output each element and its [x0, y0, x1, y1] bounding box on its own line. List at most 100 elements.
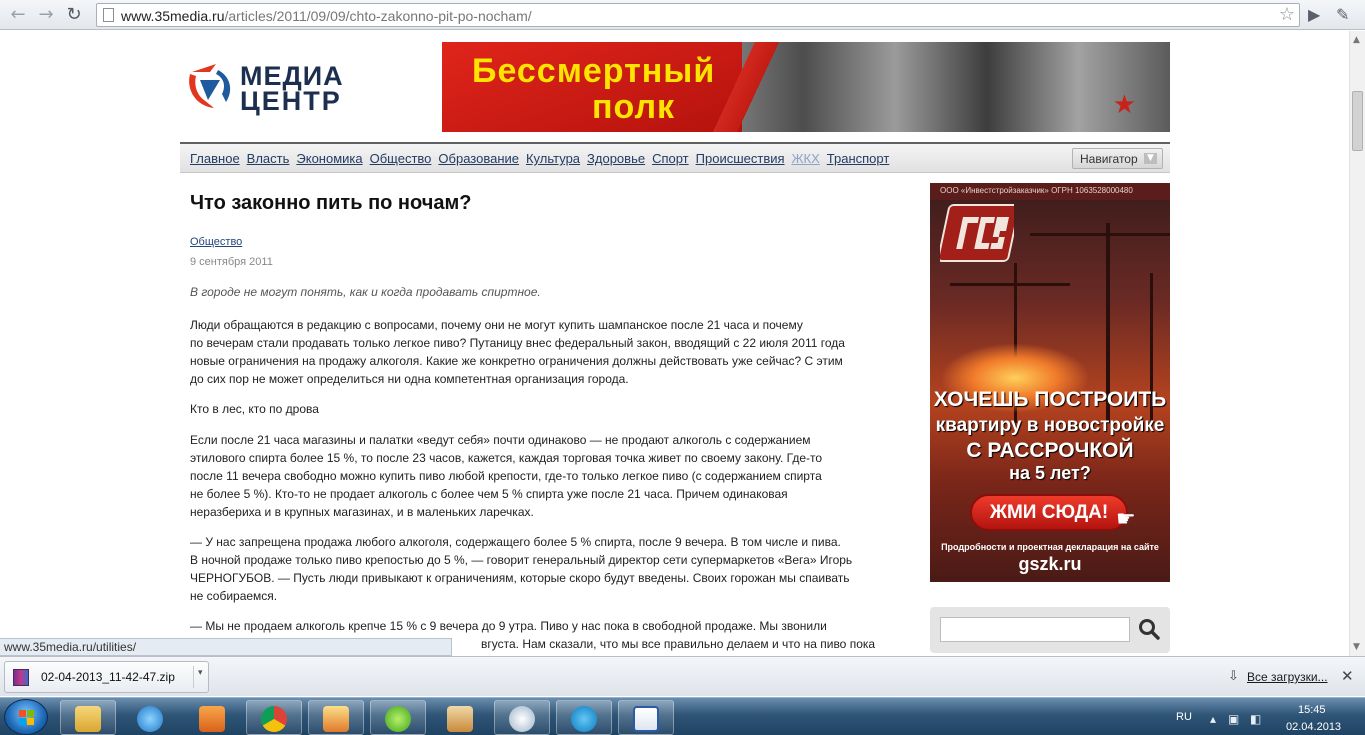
ad-company-line: ООО «Инвестстройзаказчик» ОГРН 106352800… — [930, 183, 1170, 200]
address-url[interactable]: www.35media.ru/articles/2011/09/09/chto-… — [121, 8, 532, 24]
search-icon[interactable] — [1137, 617, 1161, 641]
download-arrow-icon: ⇩ — [1228, 669, 1239, 684]
site-logo[interactable]: МЕДИА ЦЕНТР — [186, 60, 356, 116]
paragraph-line: неразбериха и в крупных магазинах, и в м… — [190, 505, 534, 519]
nav-item[interactable]: Общество — [370, 151, 432, 166]
page-viewport: МЕДИА ЦЕНТР Бессмертный полк ★ Главное Вл… — [0, 31, 1349, 656]
scroll-thumb[interactable] — [1352, 91, 1363, 151]
paragraph-line: новые ограничения на продажу алкоголя. К… — [190, 354, 843, 368]
taskbar-media[interactable] — [184, 700, 240, 735]
clock-time[interactable]: 15:45 — [1298, 704, 1326, 716]
ad-headline-4: на 5 лет? — [1009, 463, 1091, 483]
chrome-icon — [261, 706, 287, 732]
tray-arrow-icon[interactable]: ▴ — [1210, 712, 1216, 726]
article: Что законно пить по ночам? Общество 9 се… — [190, 192, 912, 651]
bookmark-star-icon[interactable]: ☆ — [1279, 4, 1295, 25]
navigator-dropdown[interactable]: Навигатор ▼ — [1072, 148, 1163, 169]
nav-item[interactable]: Культура — [526, 151, 580, 166]
paragraph-line: по вечерам стали продавать только легкое… — [190, 336, 845, 350]
site-search — [930, 607, 1170, 653]
zip-archive-icon — [13, 669, 29, 686]
paragraph-line: ЧЕРНОГУБОВ. — Пусть люди привыкают к огр… — [190, 571, 850, 585]
scanner-app-icon — [447, 706, 473, 732]
paragraph-line: В ночной продаже только пиво крепостью д… — [190, 553, 853, 567]
chevron-down-icon[interactable]: ▾ — [198, 668, 203, 678]
taskbar-icq[interactable] — [370, 700, 426, 735]
internet-explorer-icon — [137, 706, 163, 732]
crane-jib — [1030, 233, 1170, 236]
immortal-regiment-banner[interactable]: Бессмертный полк ★ — [442, 42, 1170, 132]
banner-title-line1: Бессмертный — [472, 52, 716, 90]
wrench-icon[interactable]: ✎ — [1336, 5, 1349, 24]
nav-item[interactable]: Экономика — [296, 151, 362, 166]
forward-arrow-icon[interactable]: → — [34, 3, 58, 27]
download-separator — [193, 666, 194, 688]
crane-jib — [950, 283, 1070, 286]
hp-app-icon — [509, 706, 535, 732]
reload-icon[interactable]: ↻ — [62, 3, 86, 27]
taskbar-scanner[interactable] — [432, 700, 488, 735]
close-icon[interactable]: ✕ — [1341, 667, 1354, 685]
nav-item[interactable]: Спорт — [652, 151, 689, 166]
article-paragraph-1: Люди обращаются в редакцию с вопросами, … — [190, 316, 845, 388]
paragraph-line: Люди обращаются в редакцию с вопросами, … — [190, 318, 803, 332]
article-paragraph-3: Если после 21 часа магазины и палатки «в… — [190, 431, 822, 521]
volume-icon[interactable]: ◧ — [1250, 712, 1261, 726]
taskbar-hp[interactable] — [494, 700, 550, 735]
download-shelf: 02-04-2013_11-42-47.zip ▾ ⇩ Все загрузки… — [0, 656, 1365, 696]
article-date: 9 сентября 2011 — [190, 256, 273, 268]
navigator-label: Навигатор — [1080, 152, 1138, 166]
page-menu-icon[interactable]: ▶ — [1308, 5, 1320, 24]
taskbar-ie[interactable] — [122, 700, 178, 735]
search-input[interactable] — [940, 617, 1130, 642]
article-lead: В городе не могут понять, как и когда пр… — [190, 285, 541, 299]
article-category-link[interactable]: Общество — [190, 236, 242, 248]
nav-item[interactable]: Транспорт — [827, 151, 890, 166]
ad-cta-button[interactable]: ЖМИ СЮДА! — [970, 494, 1128, 531]
taskbar-archiver[interactable] — [308, 700, 364, 735]
download-item[interactable]: 02-04-2013_11-42-47.zip ▾ — [4, 661, 209, 693]
scroll-up-icon[interactable]: ▲ — [1353, 35, 1360, 45]
pointer-hand-icon: ☛ — [1116, 507, 1136, 532]
article-paragraph-4: — У нас запрещена продажа любого алкогол… — [190, 533, 852, 605]
url-host: www.35media.ru — [121, 8, 225, 24]
taskbar-word[interactable] — [618, 700, 674, 735]
taskbar-explorer[interactable] — [60, 700, 116, 735]
back-arrow-icon[interactable]: ← — [6, 3, 30, 27]
paragraph-line: до сих пор не может определиться ни одна… — [190, 372, 629, 386]
nav-item[interactable]: ЖКХ — [792, 151, 820, 166]
file-explorer-icon — [75, 706, 101, 732]
ad-details-text: Продробности и проектная декларация на с… — [941, 542, 1159, 552]
archive-app-icon — [323, 706, 349, 732]
all-downloads-link[interactable]: Все загрузки... — [1247, 670, 1328, 684]
nav-item[interactable]: Здоровье — [587, 151, 645, 166]
paragraph-line: Если после 21 часа магазины и палатки «в… — [190, 433, 811, 447]
nav-item[interactable]: Образование — [438, 151, 519, 166]
page-icon — [103, 8, 114, 22]
page-scrollbar[interactable]: ▲ ▼ — [1349, 31, 1365, 656]
taskbar-chrome[interactable] — [246, 700, 302, 735]
paragraph-line: не более 5 %). Кто-то не продает алкогол… — [190, 487, 788, 501]
nav-item[interactable]: Главное — [190, 151, 240, 166]
network-icon[interactable]: ▣ — [1228, 712, 1239, 726]
nav-item[interactable]: Происшествия — [696, 151, 785, 166]
article-title: Что законно пить по ночам? — [190, 192, 472, 214]
language-indicator[interactable]: RU — [1176, 711, 1192, 723]
skype-icon — [571, 706, 597, 732]
screen: { "browser": { "url_host": "www.35media.… — [0, 0, 1365, 735]
paragraph-line: — У нас запрещена продажа любого алкогол… — [190, 535, 841, 549]
chevron-down-icon: ▼ — [1144, 153, 1157, 164]
scroll-down-icon[interactable]: ▼ — [1353, 642, 1360, 652]
paragraph-line: после 11 вечера свободно можно купить пи… — [190, 469, 822, 483]
ad-site-link[interactable]: gszk.ru — [930, 554, 1170, 575]
status-bubble: www.35media.ru/utilities/ — [0, 638, 452, 656]
start-button[interactable] — [4, 699, 48, 735]
clock-date[interactable]: 02.04.2013 — [1286, 721, 1341, 733]
address-bar[interactable]: www.35media.ru/articles/2011/09/09/chto-… — [96, 3, 1300, 27]
paragraph-line: не собираемся. — [190, 589, 278, 603]
nav-item[interactable]: Власть — [247, 151, 290, 166]
taskbar-skype[interactable] — [556, 700, 612, 735]
construction-ad-banner[interactable]: ООО «Инвестстройзаказчик» ОГРН 106352800… — [930, 183, 1170, 582]
logo-mark-icon — [189, 64, 231, 108]
media-player-icon — [199, 706, 225, 732]
